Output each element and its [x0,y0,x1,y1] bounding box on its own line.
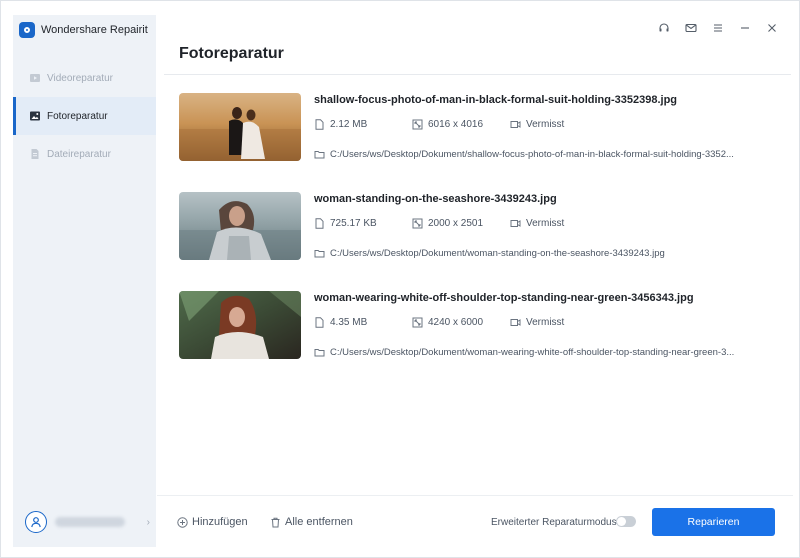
photo-thumbnail [179,192,301,260]
file-name: woman-wearing-white-off-shoulder-top-sta… [314,292,694,304]
file-meta: 725.17 KB 2000 x 2501 Vermisst [314,218,564,229]
camera-icon [510,220,521,227]
chevron-right-icon[interactable]: › [147,517,150,528]
add-button[interactable]: Hinzufügen [177,516,248,528]
file-resolution: 4240 x 6000 [428,317,484,328]
app-title: Wondershare Repairit [41,24,148,36]
user-account[interactable]: › [25,511,150,533]
remove-all-label: Alle entfernen [285,516,353,528]
file-path-text: C:/Users/ws/Desktop/Dokument/woman-stand… [330,248,665,259]
app-brand: Wondershare Repairit [19,21,148,39]
sidebar-item-label: Fotoreparatur [47,110,108,122]
sidebar: Wondershare Repairit Videoreparatur Foto… [13,15,156,547]
headset-icon[interactable] [655,19,673,37]
mail-icon[interactable] [682,19,700,37]
divider [164,74,791,75]
file-size: 725.17 KB [330,218,377,229]
photo-icon [29,110,41,122]
add-button-label: Hinzufügen [192,516,248,528]
sidebar-item-videoreparatur[interactable]: Videoreparatur [13,59,156,97]
file-size: 4.35 MB [330,317,368,328]
sidebar-item-label: Videoreparatur [47,72,113,84]
file-size-icon [315,218,324,229]
file-resolution: 6016 x 4016 [428,119,484,130]
file-path: C:/Users/ws/Desktop/Dokument/shallow-foc… [314,149,734,160]
list-item[interactable]: shallow-focus-photo-of-man-in-black-form… [179,89,779,188]
resolution-icon [412,218,423,229]
file-name: woman-standing-on-the-seashore-3439243.j… [314,193,557,205]
file-path-text: C:/Users/ws/Desktop/Dokument/woman-weari… [330,347,735,358]
sidebar-item-label: Dateireparatur [47,148,111,160]
list-item[interactable]: woman-wearing-white-off-shoulder-top-sta… [179,287,779,386]
file-list: shallow-focus-photo-of-man-in-black-form… [179,89,779,386]
file-path: C:/Users/ws/Desktop/Dokument/woman-stand… [314,248,665,259]
sidebar-item-dateireparatur[interactable]: Dateireparatur [13,135,156,173]
camera-model: Vermisst [526,317,565,328]
close-icon[interactable] [763,19,781,37]
photo-thumbnail [179,93,301,161]
sidebar-nav: Videoreparatur Fotoreparatur Dateirepara… [13,59,156,173]
repair-button[interactable]: Reparieren [652,508,775,536]
camera-icon [510,319,521,326]
add-icon [177,516,188,528]
file-size-icon [315,317,324,328]
toggle-knob [617,517,626,526]
folder-icon [314,250,325,258]
app-window: Wondershare Repairit Videoreparatur Foto… [0,0,800,558]
resolution-icon [412,317,423,328]
file-resolution: 2000 x 2501 [428,218,484,229]
folder-icon [314,151,325,159]
camera-model: Vermisst [526,218,565,229]
file-size: 2.12 MB [330,119,368,130]
window-controls [655,19,781,37]
list-item[interactable]: woman-standing-on-the-seashore-3439243.j… [179,188,779,287]
camera-model: Vermisst [526,119,565,130]
app-logo-icon [19,22,35,38]
file-name: shallow-focus-photo-of-man-in-black-form… [314,94,678,106]
folder-icon [314,349,325,357]
advanced-mode-label: Erweiterter Reparaturmodus [491,517,617,528]
file-icon [29,148,41,160]
file-path: C:/Users/ws/Desktop/Dokument/woman-weari… [314,347,734,358]
photo-thumbnail [179,291,301,359]
file-size-icon [315,119,324,130]
page-title: Fotoreparatur [179,45,284,62]
file-meta: 4.35 MB 4240 x 6000 Vermisst [314,317,564,328]
minimize-icon[interactable] [736,19,754,37]
user-name-blurred [55,517,125,527]
trash-icon [271,517,280,527]
bottom-bar: Hinzufügen Alle entfernen Erweiterter Re… [157,495,793,549]
resolution-icon [412,119,423,130]
sidebar-item-fotoreparatur[interactable]: Fotoreparatur [13,97,156,135]
remove-all-button[interactable]: Alle entfernen [270,516,353,528]
camera-icon [510,121,521,128]
file-meta: 2.12 MB 6016 x 4016 Vermisst [314,119,564,130]
video-icon [29,72,41,84]
menu-icon[interactable] [709,19,727,37]
user-icon[interactable] [25,511,47,533]
advanced-mode-toggle[interactable] [616,516,636,527]
file-path-text: C:/Users/ws/Desktop/Dokument/shallow-foc… [330,149,734,160]
